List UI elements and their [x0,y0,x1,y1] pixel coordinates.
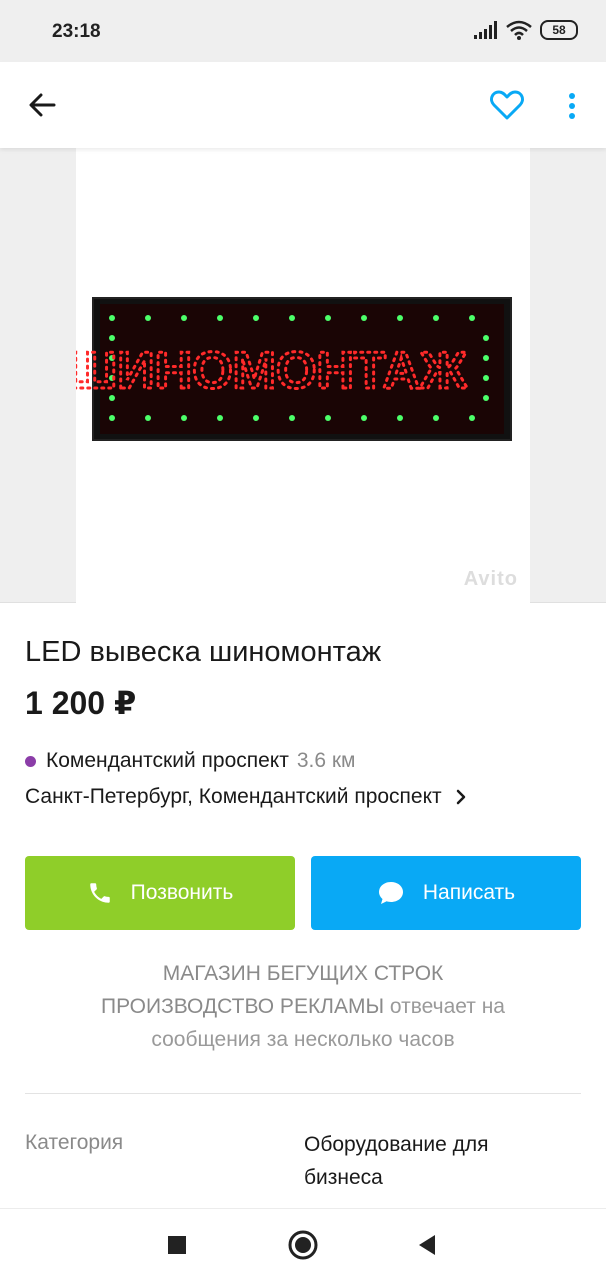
led-dot [289,415,295,421]
param-value-category: Оборудование для бизнеса [304,1128,564,1194]
square-icon [168,1236,186,1254]
system-nav-bar [0,1208,606,1280]
address-text: Санкт-Петербург, Комендантский проспект [25,785,442,808]
param-label-category: Категория [25,1131,124,1154]
led-dot [217,415,223,421]
listing-photo[interactable]: ШИНОМОНТАЖ Avito [76,148,530,603]
recents-button[interactable] [159,1227,195,1263]
seller-name-line2[interactable]: ПРОИЗВОДСТВО РЕКЛАМЫ [101,995,384,1018]
led-dot [483,395,489,401]
metro-line-dot [25,755,36,767]
triangle-back-icon [419,1235,435,1255]
more-options-button[interactable] [560,88,584,124]
led-dot [469,415,475,421]
heart-outline-icon [490,90,524,120]
led-dot [109,335,115,341]
avito-watermark: Avito [463,568,518,590]
led-dot [469,315,475,321]
param-value-line2: бизнеса [304,1166,383,1189]
reply-time-line1: отвечает на [389,995,505,1018]
back-button[interactable] [24,87,60,123]
led-dot [483,355,489,361]
led-dot [109,415,115,421]
led-dot [483,335,489,341]
led-dot [289,315,295,321]
listing-title: LED вывеска шиномонтаж [25,636,382,668]
led-dot [433,315,439,321]
led-dot [483,375,489,381]
led-dot [325,315,331,321]
led-dot [361,315,367,321]
call-button[interactable]: Позвонить [25,856,295,930]
led-dot [325,415,331,421]
favorite-button[interactable] [488,86,526,124]
led-dot [109,315,115,321]
led-dot [397,315,403,321]
arrow-left-icon [29,93,56,117]
write-button-label: Написать [422,881,516,904]
address-link[interactable]: Санкт-Петербург, Комендантский проспект [25,785,466,809]
led-sign-text: ШИНОМОНТАЖ [76,342,468,400]
system-back-button[interactable] [409,1227,445,1263]
signal-icon [474,21,497,39]
chevron-right-icon [456,789,465,805]
led-dot [397,415,403,421]
phone-icon [89,883,110,903]
led-dot [181,415,187,421]
param-value-line1: Оборудование для [304,1133,489,1156]
led-dot [361,415,367,421]
status-time: 23:18 [52,21,101,42]
led-dot [145,315,151,321]
seller-name-line1[interactable]: МАГАЗИН БЕГУЩИХ СТРОК [163,962,444,985]
led-dot [253,315,259,321]
section-divider [25,1093,581,1094]
status-icons: 58 [474,20,578,40]
write-button[interactable]: Написать [311,856,581,930]
metro-distance: 3.6 км [296,749,356,772]
circle-icon [288,1230,318,1260]
metro-row: Комендантский проспект 3.6 км [25,749,356,773]
led-dot [181,315,187,321]
led-dot [433,415,439,421]
status-bar: 23:18 58 [0,0,606,62]
reply-time-line2: сообщения за несколько часов [151,1028,455,1051]
led-sign-image: ШИНОМОНТАЖ [76,297,512,441]
chat-bubble-icon [378,882,403,904]
app-bar [0,62,606,148]
more-vertical-icon [569,93,575,119]
led-dot [145,415,151,421]
photo-gallery[interactable]: ШИНОМОНТАЖ Avito [0,148,606,603]
call-button-label: Позвонить [130,881,234,904]
led-dot [217,315,223,321]
metro-station: Комендантский проспект [46,749,289,772]
listing-price: 1 200 ₽ [25,685,137,721]
home-button[interactable] [285,1227,321,1263]
wifi-icon [506,20,532,40]
seller-response-info: МАГАЗИН БЕГУЩИХ СТРОК ПРОИЗВОДСТВО РЕКЛА… [25,957,581,1056]
led-dot [253,415,259,421]
battery-indicator: 58 [540,20,578,40]
